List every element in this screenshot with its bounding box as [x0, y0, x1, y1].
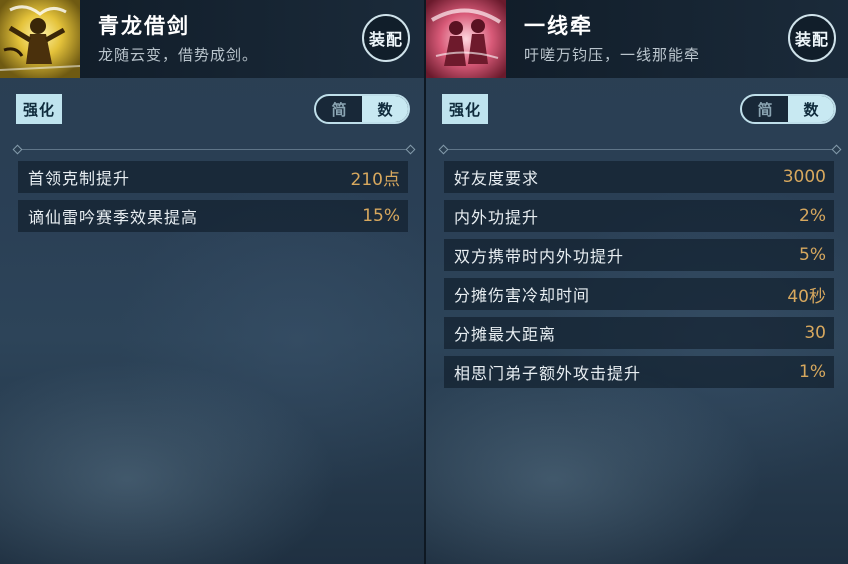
stat-label: 好友度要求 — [454, 169, 540, 188]
stat-label: 双方携带时内外功提升 — [454, 247, 625, 266]
toggle-numeric[interactable]: 数 — [362, 96, 408, 122]
stat-value: 30 — [804, 323, 826, 343]
equip-button[interactable]: 装配 — [362, 14, 410, 62]
toggle-brief[interactable]: 简 — [316, 96, 362, 122]
stat-list: 好友度要求 3000 内外功提升 2% 双方携带时内外功提升 5% 分摊伤害冷却… — [444, 161, 834, 395]
stat-row: 谪仙雷吟赛季效果提高 15% — [18, 200, 408, 232]
stat-label: 分摊最大距离 — [454, 325, 557, 344]
stat-value: 3000 — [782, 167, 826, 187]
stat-label: 分摊伤害冷却时间 — [454, 286, 591, 305]
display-mode-toggle[interactable]: 简 数 — [740, 94, 836, 124]
stat-row: 首领克制提升 210点 — [18, 161, 408, 193]
skill-header: 青龙借剑 龙随云变，借势成剑。 装配 — [0, 0, 424, 78]
divider — [444, 149, 836, 150]
stat-value: 1% — [799, 362, 826, 382]
stat-row: 好友度要求 3000 — [444, 161, 834, 193]
skill-header: 一线牵 吁嗟万钧压，一线那能牵 装配 — [426, 0, 848, 78]
equip-button[interactable]: 装配 — [788, 14, 836, 62]
skill-name: 青龙借剑 — [98, 14, 190, 38]
tab-strengthen[interactable]: 强化 — [442, 94, 489, 124]
stat-row: 双方携带时内外功提升 5% — [444, 239, 834, 271]
divider — [18, 149, 410, 150]
panel-toolbar: 强化 简 数 — [0, 78, 424, 142]
stat-value: 210点 — [350, 169, 400, 190]
stat-row: 相思门弟子额外攻击提升 1% — [444, 356, 834, 388]
stat-row: 分摊最大距离 30 — [444, 317, 834, 349]
skill-panel-qinglong: 青龙借剑 龙随云变，借势成剑。 装配 强化 简 数 首领克制提升 210点 谪仙… — [0, 0, 424, 564]
toggle-brief[interactable]: 简 — [742, 96, 788, 122]
skill-description: 龙随云变，借势成剑。 — [98, 46, 259, 64]
toggle-numeric[interactable]: 数 — [788, 96, 834, 122]
display-mode-toggle[interactable]: 简 数 — [314, 94, 410, 124]
stat-label: 内外功提升 — [454, 208, 540, 227]
stat-label: 首领克制提升 — [28, 169, 131, 188]
stat-list: 首领克制提升 210点 谪仙雷吟赛季效果提高 15% — [18, 161, 408, 239]
stat-value: 40秒 — [787, 286, 826, 307]
stat-label: 相思门弟子额外攻击提升 — [454, 364, 642, 383]
panel-toolbar: 强化 简 数 — [426, 78, 848, 142]
stat-value: 5% — [799, 245, 826, 265]
stat-row: 分摊伤害冷却时间 40秒 — [444, 278, 834, 310]
skill-panel-yixianqian: 一线牵 吁嗟万钧压，一线那能牵 装配 强化 简 数 好友度要求 3000 内外功… — [426, 0, 848, 564]
skill-name: 一线牵 — [524, 14, 593, 38]
skill-description: 吁嗟万钧压，一线那能牵 — [524, 46, 701, 64]
stat-value: 15% — [362, 206, 400, 226]
stat-label: 谪仙雷吟赛季效果提高 — [28, 208, 199, 227]
stat-value: 2% — [799, 206, 826, 226]
stat-row: 内外功提升 2% — [444, 200, 834, 232]
tab-strengthen[interactable]: 强化 — [16, 94, 63, 124]
yixianqian-pair-icon — [426, 0, 506, 78]
qinglong-sword-icon — [0, 0, 80, 78]
